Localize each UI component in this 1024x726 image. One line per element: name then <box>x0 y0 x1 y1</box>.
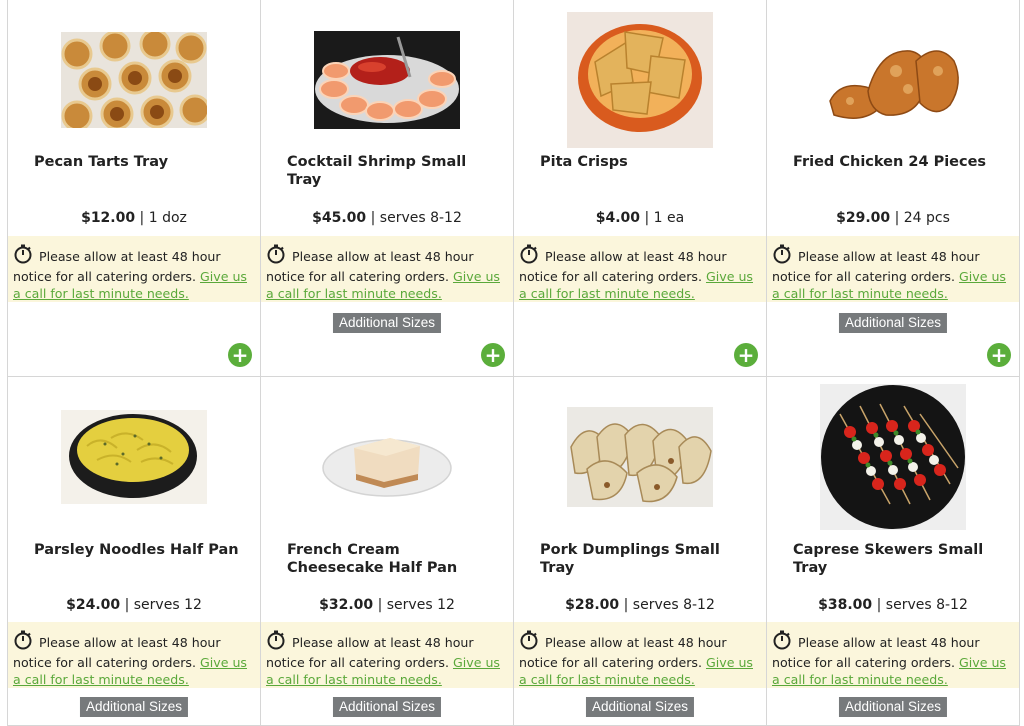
price-value: $24.00 <box>66 597 121 613</box>
product-price: $28.00 | serves 8-12 <box>565 597 715 613</box>
catering-notice: Please allow at least 48 hour notice for… <box>767 622 1019 688</box>
product-card[interactable]: Caprese Skewers Small Tray $38.00 | serv… <box>767 377 1020 726</box>
product-card[interactable]: Fried Chicken 24 Pieces $29.00 | 24 pcs … <box>767 0 1020 377</box>
additional-sizes-button[interactable]: Additional Sizes <box>838 313 948 333</box>
price-unit: 1 doz <box>148 210 187 226</box>
product-price: $38.00 | serves 8-12 <box>818 597 968 613</box>
price-unit: serves 12 <box>386 597 455 613</box>
price-value: $12.00 <box>81 210 136 226</box>
catering-notice: Please allow at least 48 hour notice for… <box>261 236 513 302</box>
product-card[interactable]: Cocktail Shrimp Small Tray $45.00 | serv… <box>261 0 514 377</box>
product-price: $45.00 | serves 8-12 <box>312 210 462 226</box>
stopwatch-icon <box>519 630 539 654</box>
product-price: $12.00 | 1 doz <box>81 210 187 226</box>
catering-notice: Please allow at least 48 hour notice for… <box>514 622 766 688</box>
catering-notice: Please allow at least 48 hour notice for… <box>767 236 1019 302</box>
product-price: $32.00 | serves 12 <box>319 597 455 613</box>
notice-text: Please allow at least 48 hour notice for… <box>772 635 980 670</box>
plus-icon: + <box>737 343 755 367</box>
product-image-pecan-tarts[interactable] <box>8 6 260 154</box>
product-image-parsley-noodles[interactable] <box>8 383 260 531</box>
add-to-cart-button[interactable]: + <box>734 343 758 367</box>
add-to-cart-button[interactable]: + <box>987 343 1011 367</box>
notice-text: Please allow at least 48 hour notice for… <box>13 635 221 670</box>
stopwatch-icon <box>772 630 792 654</box>
product-price: $24.00 | serves 12 <box>66 597 202 613</box>
product-name[interactable]: Caprese Skewers Small Tray <box>793 541 1003 577</box>
price-value: $4.00 <box>595 210 641 226</box>
product-price: $29.00 | 24 pcs <box>836 210 950 226</box>
product-card[interactable]: Pork Dumplings Small Tray $28.00 | serve… <box>514 377 767 726</box>
product-image-fried-chicken[interactable] <box>767 6 1019 154</box>
product-name[interactable]: Fried Chicken 24 Pieces <box>793 153 1003 171</box>
price-value: $28.00 <box>565 597 620 613</box>
price-unit: serves 8-12 <box>885 597 968 613</box>
price-unit: serves 8-12 <box>379 210 462 226</box>
catering-notice: Please allow at least 48 hour notice for… <box>8 236 260 302</box>
additional-sizes-button[interactable]: Additional Sizes <box>79 697 189 717</box>
product-name[interactable]: Pita Crisps <box>540 153 750 171</box>
price-unit: 24 pcs <box>903 210 950 226</box>
product-image-cheesecake[interactable] <box>261 383 513 531</box>
price-unit: serves 8-12 <box>632 597 715 613</box>
product-card[interactable]: French Cream Cheesecake Half Pan $32.00 … <box>261 377 514 726</box>
catering-notice: Please allow at least 48 hour notice for… <box>514 236 766 302</box>
notice-text: Please allow at least 48 hour notice for… <box>519 635 727 670</box>
additional-sizes-button[interactable]: Additional Sizes <box>332 313 442 333</box>
notice-text: Please allow at least 48 hour notice for… <box>266 249 474 284</box>
stopwatch-icon <box>13 244 33 268</box>
plus-icon: + <box>484 343 502 367</box>
price-unit: 1 ea <box>653 210 685 226</box>
product-name[interactable]: French Cream Cheesecake Half Pan <box>287 541 497 577</box>
stopwatch-icon <box>266 244 286 268</box>
price-value: $38.00 <box>818 597 873 613</box>
additional-sizes-button[interactable]: Additional Sizes <box>838 697 948 717</box>
stopwatch-icon <box>772 244 792 268</box>
notice-text: Please allow at least 48 hour notice for… <box>266 635 474 670</box>
price-value: $29.00 <box>836 210 891 226</box>
product-image-cocktail-shrimp[interactable] <box>261 6 513 154</box>
product-card[interactable]: Pita Crisps $4.00 | 1 ea Please allow at… <box>514 0 767 377</box>
notice-text: Please allow at least 48 hour notice for… <box>772 249 980 284</box>
additional-sizes-button[interactable]: Additional Sizes <box>332 697 442 717</box>
plus-icon: + <box>231 343 249 367</box>
product-name[interactable]: Pork Dumplings Small Tray <box>540 541 750 577</box>
product-card[interactable]: Parsley Noodles Half Pan $24.00 | serves… <box>8 377 261 726</box>
product-name[interactable]: Parsley Noodles Half Pan <box>34 541 244 559</box>
stopwatch-icon <box>266 630 286 654</box>
notice-text: Please allow at least 48 hour notice for… <box>13 249 221 284</box>
stopwatch-icon <box>519 244 539 268</box>
catering-notice: Please allow at least 48 hour notice for… <box>8 622 260 688</box>
product-image-pork-dumplings[interactable] <box>514 383 766 531</box>
notice-text: Please allow at least 48 hour notice for… <box>519 249 727 284</box>
stopwatch-icon <box>13 630 33 654</box>
price-unit: serves 12 <box>133 597 202 613</box>
product-name[interactable]: Pecan Tarts Tray <box>34 153 244 171</box>
product-image-pita-crisps[interactable] <box>514 6 766 154</box>
product-card[interactable]: Pecan Tarts Tray $12.00 | 1 doz Please a… <box>8 0 261 377</box>
add-to-cart-button[interactable]: + <box>228 343 252 367</box>
price-value: $32.00 <box>319 597 374 613</box>
plus-icon: + <box>990 343 1008 367</box>
catering-notice: Please allow at least 48 hour notice for… <box>261 622 513 688</box>
product-price: $4.00 | 1 ea <box>595 210 685 226</box>
add-to-cart-button[interactable]: + <box>481 343 505 367</box>
price-value: $45.00 <box>312 210 367 226</box>
product-name[interactable]: Cocktail Shrimp Small Tray <box>287 153 497 189</box>
product-image-caprese-skewers[interactable] <box>767 383 1019 531</box>
product-grid: Pecan Tarts Tray $12.00 | 1 doz Please a… <box>7 0 1020 726</box>
additional-sizes-button[interactable]: Additional Sizes <box>585 697 695 717</box>
